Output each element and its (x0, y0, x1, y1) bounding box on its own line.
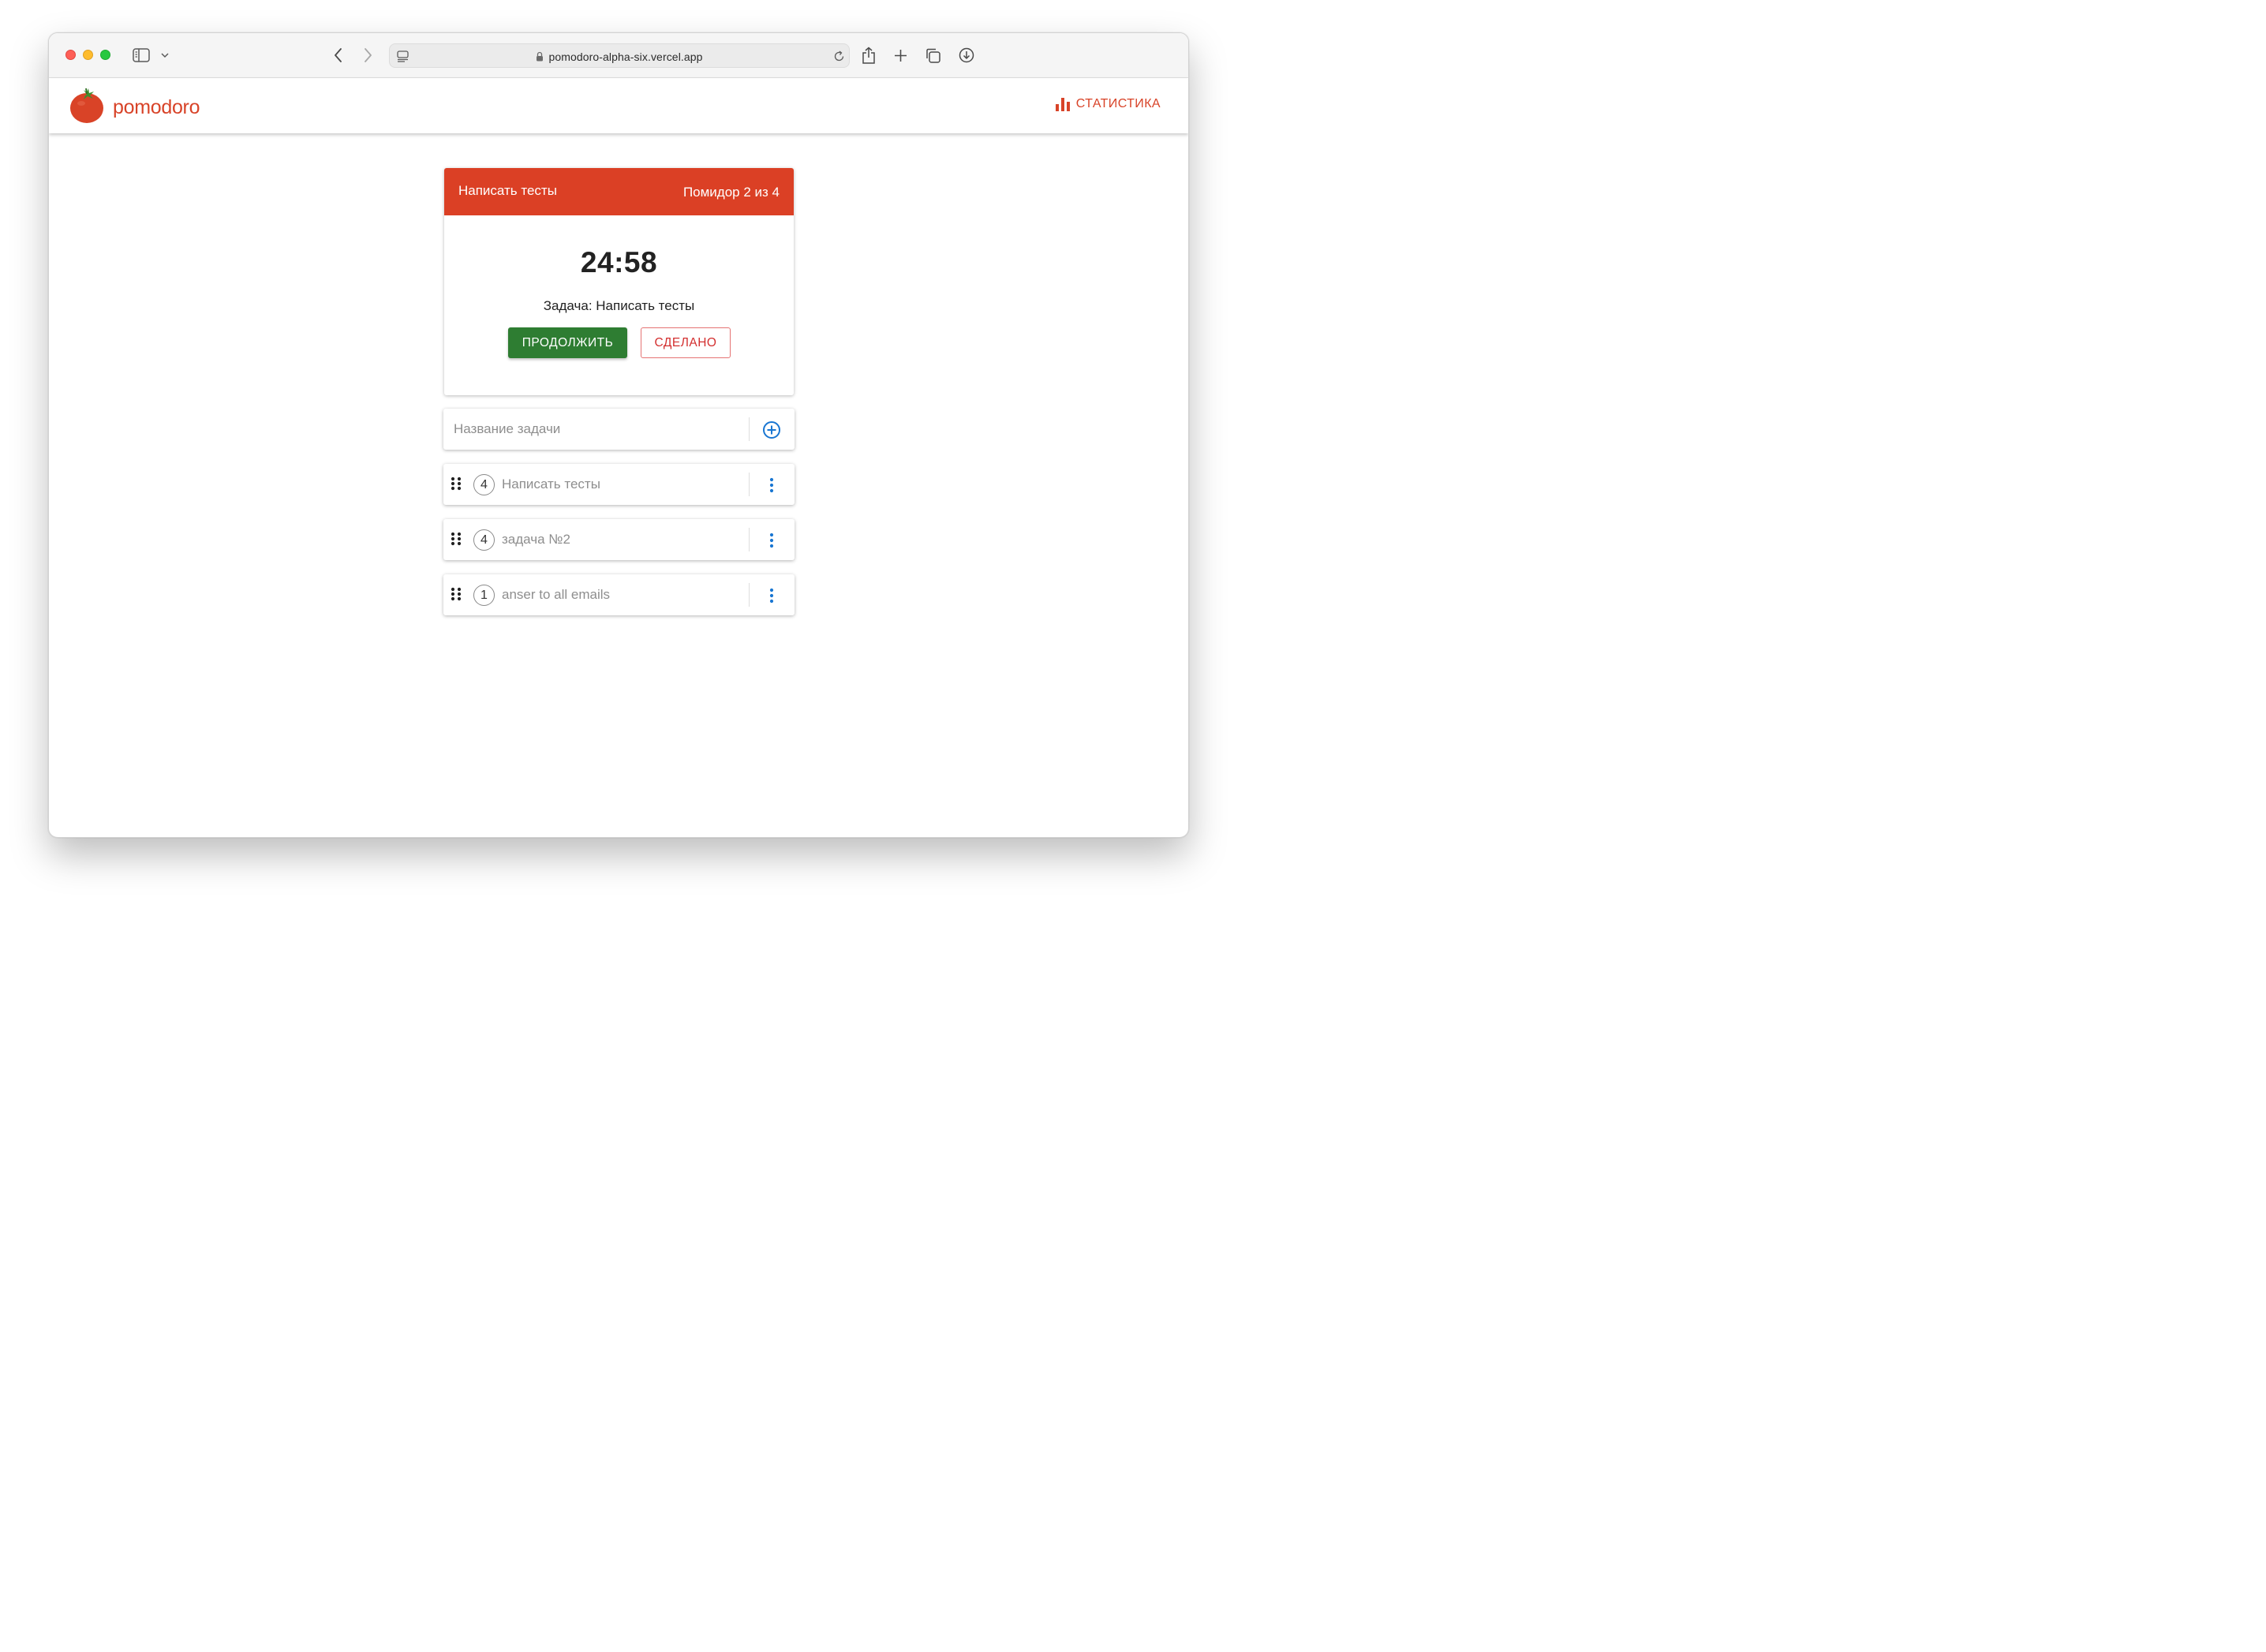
pomodoro-counter: Помидор 2 из 4 (682, 185, 780, 200)
done-button[interactable]: СДЕЛАНО (641, 327, 731, 358)
task-name: Написать тесты (502, 477, 600, 491)
close-window-button[interactable] (65, 50, 76, 60)
zoom-window-button[interactable] (100, 50, 110, 60)
plus-icon[interactable] (892, 47, 908, 63)
reload-icon[interactable] (832, 50, 845, 62)
task-name: anser to all emails (502, 587, 611, 602)
task-menu-button[interactable] (761, 529, 782, 551)
current-task-title: Написать тесты (458, 183, 557, 198)
drag-handle-icon[interactable] (451, 477, 463, 492)
statistics-label: СТАТИСТИКА (1075, 97, 1161, 110)
lock-icon (536, 51, 544, 62)
task-menu-button[interactable] (761, 474, 782, 495)
continue-button[interactable]: ПРОДОЛЖИТЬ (508, 327, 627, 358)
timer-card-header: Написать тесты Помидор 2 из 4 (444, 168, 794, 215)
app-header: pomodoro СТАТИСТИКА (49, 78, 1188, 133)
more-vertical-icon (769, 477, 773, 492)
task-item: 1 anser to all emails (443, 574, 795, 615)
task-item: 4 Написать тесты (443, 464, 795, 505)
divider (749, 528, 750, 551)
task-name: задача №2 (502, 532, 570, 547)
browser-toolbar: pomodoro-alpha-six.vercel.app (49, 33, 1188, 78)
timer-task-label: Задача: Написать тесты (543, 298, 695, 313)
tabs-overview-icon[interactable] (924, 47, 941, 64)
divider (749, 473, 750, 496)
url-display: pomodoro-alpha-six.vercel.app (390, 44, 849, 69)
tomato-logo-icon (69, 88, 104, 128)
plus-circle-icon (762, 420, 780, 439)
url-text: pomodoro-alpha-six.vercel.app (548, 50, 703, 63)
chevron-right-icon[interactable] (361, 47, 374, 64)
brand-name: pomodoro (113, 96, 200, 118)
divider (749, 583, 750, 607)
chevron-down-icon[interactable] (160, 50, 170, 60)
pomodoro-count-badge: 1 (473, 585, 495, 606)
sidebar-icon[interactable] (133, 47, 150, 63)
drag-handle-icon[interactable] (451, 532, 463, 548)
drag-handle-icon[interactable] (451, 587, 463, 603)
task-name-input[interactable]: Название задачи (454, 421, 560, 437)
minimize-window-button[interactable] (83, 50, 93, 60)
more-vertical-icon (769, 588, 773, 603)
more-vertical-icon (769, 533, 773, 548)
pomodoro-count-badge: 4 (473, 474, 495, 495)
download-icon[interactable] (958, 47, 975, 64)
timer-display: 24:58 (580, 246, 658, 278)
pomodoro-count-badge: 4 (473, 529, 495, 551)
add-task-button[interactable] (761, 419, 782, 440)
task-menu-button[interactable] (761, 585, 782, 606)
add-task-form: Название задачи (443, 409, 795, 450)
browser-window: pomodoro-alpha-six.vercel.app pomodoro С… (48, 32, 1189, 838)
statistics-link[interactable]: СТАТИСТИКА (1055, 97, 1161, 111)
share-icon[interactable] (861, 46, 877, 65)
task-item: 4 задача №2 (443, 519, 795, 560)
brand[interactable]: pomodoro (69, 88, 200, 128)
bar-chart-icon (1055, 97, 1070, 111)
timer-card: Написать тесты Помидор 2 из 4 24:58 Зада… (444, 168, 794, 395)
address-bar[interactable]: pomodoro-alpha-six.vercel.app (389, 43, 850, 68)
divider (749, 417, 750, 441)
chevron-left-icon[interactable] (331, 47, 344, 64)
